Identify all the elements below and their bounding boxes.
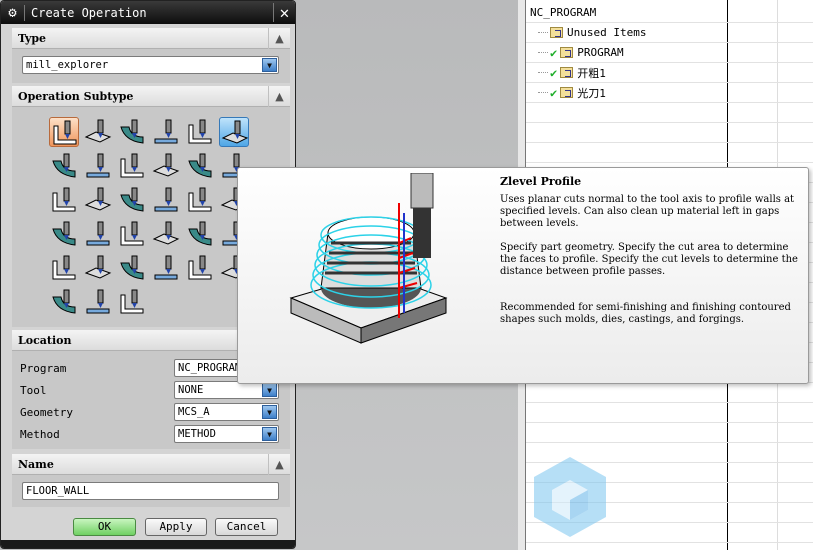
drilling-icon[interactable] <box>83 219 113 249</box>
name-input[interactable]: FLOOR_WALL <box>22 482 279 500</box>
watermark-logo <box>530 455 810 545</box>
chevron-up-icon[interactable]: ▲ <box>268 86 290 107</box>
tree-item[interactable]: ✔ 开粗1 <box>526 63 813 83</box>
zlevel-profile-icon[interactable] <box>49 151 79 181</box>
program-folder-icon <box>550 27 563 38</box>
program-folder-icon <box>560 47 574 58</box>
location-label: Program <box>20 362 67 375</box>
face-milling-icon[interactable] <box>49 185 79 215</box>
section-title: Location <box>18 333 72 347</box>
section-title: Operation Subtype <box>18 89 134 103</box>
thread-mill-icon[interactable] <box>83 253 113 283</box>
chevron-down-icon[interactable]: ▼ <box>262 405 277 419</box>
tree-connector <box>538 72 548 73</box>
corner-rough-icon[interactable] <box>185 117 215 147</box>
tooltip-paragraph: Recommended for semi-finishing and finis… <box>500 302 791 325</box>
machine-control-icon[interactable] <box>117 287 147 317</box>
contour-profile-icon[interactable] <box>151 185 181 215</box>
location-label: Tool <box>20 384 47 397</box>
cleanup-corners-icon[interactable] <box>117 253 147 283</box>
dialog-title: Create Operation <box>31 5 147 20</box>
geometry-dropdown[interactable]: MCS_A ▼ <box>174 403 279 421</box>
program-folder-icon <box>560 87 574 98</box>
location-label: Geometry <box>20 406 73 419</box>
tree-item-label: 开粗1 <box>577 66 606 80</box>
type-value: mill_explorer <box>26 59 109 71</box>
hole-mill-icon[interactable] <box>49 253 79 283</box>
cancel-button[interactable]: Cancel <box>215 518 278 536</box>
field-value: NC_PROGRAM <box>178 362 242 374</box>
tapping-icon[interactable] <box>117 219 147 249</box>
subtype-section-header[interactable]: Operation Subtype ▲ <box>12 86 290 107</box>
tree-connector <box>538 32 548 33</box>
chevron-down-icon[interactable]: ▼ <box>262 58 277 72</box>
chevron-down-icon[interactable]: ▼ <box>262 427 277 441</box>
field-value: METHOD <box>178 428 216 440</box>
zlevel-profile-illustration <box>289 173 448 344</box>
rest-mill-icon[interactable] <box>219 117 249 147</box>
spot-drill-icon[interactable] <box>49 219 79 249</box>
empty-row <box>526 123 813 143</box>
program-folder-icon <box>560 67 574 78</box>
empty-row <box>526 143 813 163</box>
field-value: MCS_A <box>178 406 210 418</box>
mill-user-icon[interactable] <box>83 287 113 317</box>
section-title: Type <box>18 31 47 45</box>
chamfer-mill-icon[interactable] <box>185 185 215 215</box>
title-bar[interactable]: ⚙ Create Operation ✕ <box>1 1 295 24</box>
check-icon: ✔ <box>550 85 558 100</box>
boring-icon[interactable] <box>151 219 181 249</box>
empty-row <box>526 383 813 403</box>
floor-wall-icon[interactable] <box>49 117 79 147</box>
plunge-mill-icon[interactable] <box>151 117 181 147</box>
tree-item-label: 光刀1 <box>577 86 606 100</box>
tooltip-paragraph: Uses planar cuts normal to the tool axis… <box>500 194 795 229</box>
gear-icon[interactable]: ⚙ <box>1 4 25 21</box>
field-value: NONE <box>178 384 204 396</box>
tree-connector <box>538 52 548 53</box>
chevron-down-icon[interactable]: ▼ <box>262 383 277 397</box>
type-section-header[interactable]: Type ▲ <box>12 28 290 49</box>
tree-item-label: Unused Items <box>567 26 647 39</box>
floor-wall-ipw-icon[interactable] <box>83 117 113 147</box>
close-icon[interactable]: ✕ <box>273 3 295 22</box>
mill-control-icon[interactable] <box>49 287 79 317</box>
tree-connector <box>538 92 548 93</box>
tree-root-label: NC_PROGRAM <box>530 6 597 19</box>
cavity-mill-icon[interactable] <box>117 117 147 147</box>
name-value: FLOOR_WALL <box>26 485 90 497</box>
apply-button[interactable]: Apply <box>145 518 207 536</box>
tree-item-label: PROGRAM <box>577 46 624 59</box>
location-label: Method <box>20 428 60 441</box>
dialog-bottom-edge <box>1 540 295 548</box>
name-section-header[interactable]: Name ▲ <box>12 454 290 475</box>
tooltip-paragraph: Specify part geometry. Specify the cut a… <box>500 242 798 277</box>
groove-milling-icon[interactable] <box>151 253 181 283</box>
empty-row <box>526 103 813 123</box>
tree-item[interactable]: Unused Items <box>526 23 813 43</box>
ok-button[interactable]: OK <box>73 518 136 536</box>
type-dropdown[interactable]: mill_explorer ▼ <box>22 56 279 74</box>
tree-item[interactable]: ✔ PROGRAM <box>526 43 813 63</box>
thread-milling-icon[interactable] <box>185 253 215 283</box>
check-icon: ✔ <box>550 45 558 60</box>
reaming-icon[interactable] <box>185 219 215 249</box>
tree-item[interactable]: ✔ 光刀1 <box>526 83 813 103</box>
chevron-up-icon[interactable]: ▲ <box>268 28 290 49</box>
chevron-up-icon[interactable]: ▲ <box>268 454 290 475</box>
empty-row <box>526 423 813 443</box>
zlevel-corner-icon[interactable] <box>83 151 113 181</box>
contour-text-icon[interactable] <box>83 185 113 215</box>
planar-profile-icon[interactable] <box>185 151 215 181</box>
check-icon: ✔ <box>550 65 558 80</box>
contour-area-icon[interactable] <box>151 151 181 181</box>
streamline-icon[interactable] <box>117 185 147 215</box>
empty-row <box>526 403 813 423</box>
tree-root[interactable]: NC_PROGRAM <box>526 3 813 23</box>
method-dropdown[interactable]: METHOD ▼ <box>174 425 279 443</box>
tooltip-title: Zlevel Profile <box>500 175 582 188</box>
operation-tooltip: Zlevel Profile Uses planar cuts normal t… <box>237 167 809 384</box>
fixed-contour-icon[interactable] <box>117 151 147 181</box>
section-title: Name <box>18 457 54 471</box>
